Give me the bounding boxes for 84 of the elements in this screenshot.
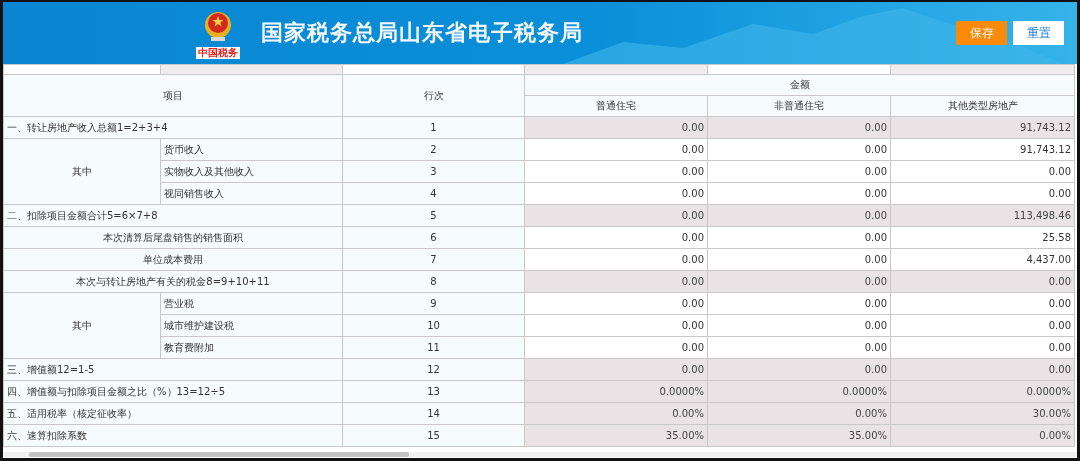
table-cell: 单位成本费用 [3,248,343,271]
line-number: 12 [342,358,525,381]
input-field[interactable]: 0.00 [524,138,708,161]
table-cell: 四、增值额与扣除项目金额之比（%）13=12÷5 [3,380,343,403]
input-field[interactable]: 0.00 [524,182,708,205]
line-number: 2 [342,138,525,161]
table-cell: 30.00% [890,402,1075,425]
line-number: 3 [342,160,525,183]
table-cell: 其中 [3,292,161,359]
input-field[interactable]: 91,743.12 [890,138,1075,161]
input-field[interactable]: 0.00 [707,138,891,161]
table-cell: 0.00 [707,270,891,293]
table-cell: 0.00 [707,204,891,227]
input-field[interactable]: 0.00 [524,226,708,249]
table-cell: 0.00 [524,358,708,381]
table-cell: 教育费附加 [160,336,343,359]
input-field[interactable]: 0.00 [524,160,708,183]
column-header: 行次 [342,74,525,117]
line-number: 13 [342,380,525,403]
input-field[interactable]: 0.00 [524,292,708,315]
line-number: 15 [342,424,525,447]
table-cell: 0.00 [524,270,708,293]
table-cell: 0.00 [524,204,708,227]
line-number: 9 [342,292,525,315]
input-field[interactable]: 0.00 [890,292,1075,315]
table-cell: 113,498.46 [890,204,1075,227]
line-number: 6 [342,226,525,249]
table-cell: 六、速算扣除系数 [3,424,343,447]
table-cell: 35.00% [524,424,708,447]
emblem-caption: 中国税务 [196,47,240,59]
table-cell: 三、增值额12=1-5 [3,358,343,381]
input-field[interactable]: 0.00 [890,182,1075,205]
table-cell: 0.0000% [524,380,708,403]
input-field[interactable]: 0.00 [707,226,891,249]
table-cell: 0.00% [890,424,1075,447]
scrollbar[interactable] [29,452,409,457]
table-cell: 营业税 [160,292,343,315]
line-number: 10 [342,314,525,337]
table-cell: 本次与转让房地产有关的税金8=9+10+11 [3,270,343,293]
input-field[interactable]: 0.00 [524,314,708,337]
table-cell: 91,743.12 [890,116,1075,139]
input-field[interactable]: 0.00 [524,248,708,271]
line-number: 8 [342,270,525,293]
input-field[interactable]: 0.00 [707,336,891,359]
table-cell: 0.00 [707,358,891,381]
input-field[interactable]: 0.00 [707,182,891,205]
table-cell: 货币收入 [160,138,343,161]
input-field[interactable]: 0.00 [707,314,891,337]
table-cell: 城市维护建设税 [160,314,343,337]
table-cell: 0.00 [524,116,708,139]
table-cell: 实物收入及其他收入 [160,160,343,183]
table-cell: 0.00 [890,358,1075,381]
column-header: 项目 [3,74,343,117]
table-cell: 0.00% [707,402,891,425]
input-field[interactable]: 0.00 [707,248,891,271]
table-cell: 视同销售收入 [160,182,343,205]
input-field[interactable]: 4,437.00 [890,248,1075,271]
table-cell: 一、转让房地产收入总额1=2+3+4 [3,116,343,139]
table-cell: 35.00% [707,424,891,447]
table-cell: 五、适用税率（核定征收率） [3,402,343,425]
reset-button[interactable]: 重置 [1013,21,1064,45]
site-title: 国家税务总局山东省电子税务局 [261,19,583,47]
table-cell: 二、扣除项目金额合计5=6×7+8 [3,204,343,227]
input-field[interactable]: 0.00 [890,336,1075,359]
column-header: 金额 [524,74,1075,96]
line-number: 1 [342,116,525,139]
line-number: 14 [342,402,525,425]
input-field[interactable]: 0.00 [890,314,1075,337]
input-field[interactable]: 0.00 [707,292,891,315]
line-number: 11 [342,336,525,359]
input-field[interactable]: 25.58 [890,226,1075,249]
table-cell: 0.00 [890,270,1075,293]
table-cell: 本次清算后尾盘销售的销售面积 [3,226,343,249]
table-cell: 0.0000% [890,380,1075,403]
line-number: 5 [342,204,525,227]
line-number: 4 [342,182,525,205]
table-cell: 0.00% [524,402,708,425]
input-field[interactable]: 0.00 [890,160,1075,183]
table-cell: 其中 [3,138,161,205]
table-cell: 0.0000% [707,380,891,403]
input-field[interactable]: 0.00 [524,336,708,359]
line-number: 7 [342,248,525,271]
input-field[interactable]: 0.00 [707,160,891,183]
table-cell: 0.00 [707,116,891,139]
